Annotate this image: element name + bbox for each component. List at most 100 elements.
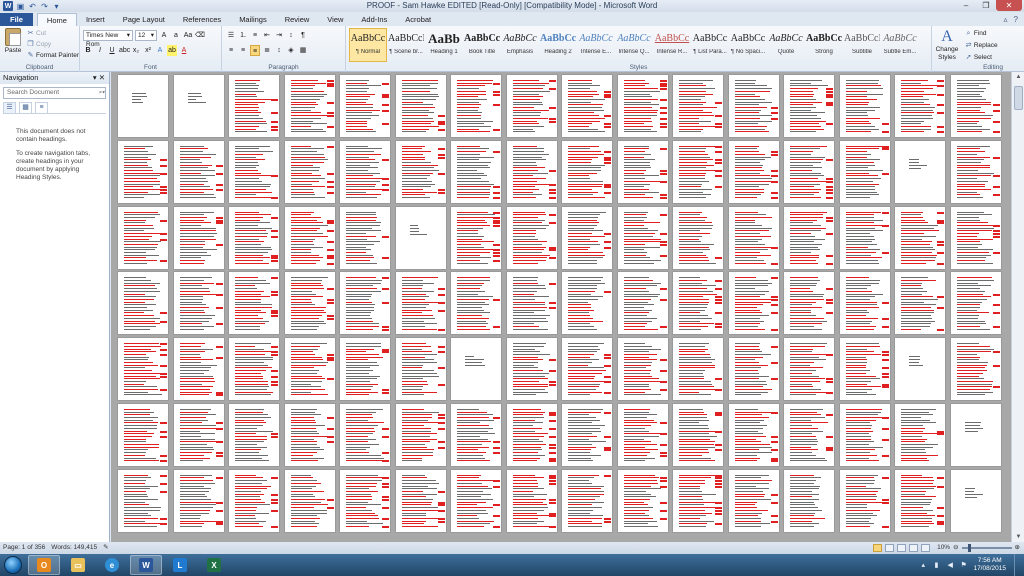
page-thumbnail[interactable] bbox=[617, 469, 668, 532]
page-thumbnail[interactable] bbox=[284, 272, 335, 335]
redo-icon[interactable]: ↷ bbox=[40, 2, 49, 11]
page-thumbnail[interactable] bbox=[950, 140, 1001, 203]
line-spacing-icon[interactable]: ↕ bbox=[274, 45, 284, 56]
style-item[interactable]: AaBbCc Book Title bbox=[463, 28, 501, 62]
page-thumbnail[interactable] bbox=[617, 75, 668, 137]
full-screen-reading-icon[interactable] bbox=[885, 544, 895, 552]
page-thumbnail[interactable] bbox=[340, 338, 390, 401]
strikethrough-icon[interactable]: abc bbox=[119, 45, 130, 56]
taskbar-explorer[interactable]: ▭ bbox=[62, 555, 94, 575]
page-thumbnail[interactable] bbox=[617, 272, 668, 335]
page-thumbnail[interactable] bbox=[673, 469, 723, 532]
underline-icon[interactable]: U bbox=[107, 45, 117, 56]
outline-icon[interactable] bbox=[909, 544, 919, 552]
page-thumbnail[interactable] bbox=[950, 75, 1001, 137]
page-thumbnail[interactable] bbox=[506, 272, 557, 335]
increase-indent-icon[interactable]: ⇥ bbox=[274, 30, 284, 41]
page-thumbnail[interactable] bbox=[229, 338, 279, 401]
text-effects-icon[interactable]: A bbox=[155, 45, 165, 56]
page-thumbnail[interactable] bbox=[673, 75, 723, 137]
page-thumbnail[interactable] bbox=[118, 75, 168, 137]
page-thumbnail[interactable] bbox=[118, 338, 168, 401]
page-thumbnail[interactable] bbox=[506, 403, 557, 466]
tab-acrobat[interactable]: Acrobat bbox=[396, 13, 440, 26]
minimize-ribbon-icon[interactable]: ▵ bbox=[1004, 15, 1008, 24]
page-thumbnail[interactable] bbox=[562, 338, 612, 401]
page-count[interactable]: Page: 1 of 356 bbox=[3, 542, 45, 554]
style-item[interactable]: AaBb Heading 1 bbox=[425, 28, 463, 62]
replace-button[interactable]: ⇄ Replace bbox=[965, 40, 998, 52]
style-item[interactable]: AaBbCc Strong bbox=[805, 28, 843, 62]
page-thumbnail[interactable] bbox=[617, 206, 668, 269]
change-styles-button[interactable]: A Change Styles bbox=[932, 28, 962, 62]
undo-icon[interactable]: ↶ bbox=[28, 2, 37, 11]
page-thumbnail[interactable] bbox=[229, 403, 279, 466]
close-button[interactable]: ✕ bbox=[996, 0, 1022, 11]
zoom-level[interactable]: 10% bbox=[937, 542, 950, 554]
page-thumbnail[interactable] bbox=[562, 140, 612, 203]
style-item[interactable]: AaBbCc Intense Q... bbox=[615, 28, 653, 62]
page-thumbnail[interactable] bbox=[451, 272, 501, 335]
page-thumbnail[interactable] bbox=[229, 75, 279, 137]
tab-add-ins[interactable]: Add-Ins bbox=[352, 13, 396, 26]
tab-references[interactable]: References bbox=[174, 13, 230, 26]
align-right-icon[interactable]: ≡ bbox=[250, 45, 260, 56]
print-layout-icon[interactable] bbox=[873, 544, 883, 552]
style-item[interactable]: AaBbCc Heading 2 bbox=[539, 28, 577, 62]
page-thumbnail[interactable] bbox=[118, 403, 168, 466]
format-painter-button[interactable]: ✎ Format Painter bbox=[27, 50, 79, 61]
page-thumbnail[interactable] bbox=[340, 206, 390, 269]
page-thumbnail[interactable] bbox=[562, 403, 612, 466]
borders-icon[interactable]: ▦ bbox=[298, 45, 308, 56]
show-hidden-icons-icon[interactable]: ▴ bbox=[921, 561, 929, 569]
page-thumbnail[interactable] bbox=[895, 469, 945, 532]
page-thumbnail[interactable] bbox=[784, 469, 834, 532]
style-item[interactable]: AaBbCc Subtle Em... bbox=[881, 28, 919, 62]
style-item[interactable]: AaBbCc Emphasis bbox=[501, 28, 539, 62]
proofing-icon[interactable]: ✎ bbox=[103, 542, 108, 554]
draft-icon[interactable] bbox=[921, 544, 931, 552]
help-icon[interactable]: ? bbox=[1014, 15, 1018, 24]
page-thumbnail[interactable] bbox=[673, 206, 723, 269]
page-thumbnail[interactable] bbox=[340, 272, 390, 335]
page-thumbnail[interactable] bbox=[340, 75, 390, 137]
page-thumbnail[interactable] bbox=[451, 469, 501, 532]
change-case-icon[interactable]: Aa bbox=[183, 30, 193, 41]
page-thumbnail[interactable] bbox=[784, 403, 834, 466]
page-thumbnail[interactable] bbox=[895, 75, 945, 137]
page-thumbnail[interactable] bbox=[173, 206, 224, 269]
taskbar-outlook[interactable]: O bbox=[28, 555, 60, 575]
numbering-icon[interactable]: ⒈ bbox=[238, 30, 248, 41]
page-thumbnail[interactable] bbox=[839, 140, 890, 203]
page-thumbnail[interactable] bbox=[562, 469, 612, 532]
page-thumbnail[interactable] bbox=[395, 272, 446, 335]
page-thumbnail[interactable] bbox=[506, 75, 557, 137]
style-item[interactable]: AaBbCc ¶ No Spaci... bbox=[729, 28, 767, 62]
page-thumbnail[interactable] bbox=[340, 403, 390, 466]
page-thumbnail[interactable] bbox=[173, 469, 224, 532]
page-thumbnail[interactable] bbox=[728, 206, 779, 269]
page-thumbnail[interactable] bbox=[118, 272, 168, 335]
italic-icon[interactable]: I bbox=[95, 45, 105, 56]
shading-icon[interactable]: ◈ bbox=[286, 45, 296, 56]
start-button[interactable] bbox=[0, 554, 26, 576]
page-thumbnail[interactable] bbox=[395, 338, 446, 401]
bold-icon[interactable]: B bbox=[83, 45, 93, 56]
page-thumbnail[interactable] bbox=[895, 403, 945, 466]
page-thumbnail[interactable] bbox=[784, 75, 834, 137]
page-thumbnail[interactable] bbox=[451, 206, 501, 269]
page-thumbnail[interactable] bbox=[173, 75, 224, 137]
page-thumbnail[interactable] bbox=[617, 140, 668, 203]
flag-icon[interactable]: ⚑ bbox=[960, 561, 968, 569]
page-thumbnail[interactable] bbox=[118, 140, 168, 203]
decrease-indent-icon[interactable]: ⇤ bbox=[262, 30, 272, 41]
page-thumbnail[interactable] bbox=[229, 206, 279, 269]
multilevel-list-icon[interactable]: ≡ bbox=[250, 30, 260, 41]
copy-button[interactable]: ❐ Copy bbox=[27, 39, 79, 50]
page-thumbnail[interactable] bbox=[340, 140, 390, 203]
tab-review[interactable]: Review bbox=[276, 13, 319, 26]
page-thumbnail[interactable] bbox=[839, 338, 890, 401]
page-thumbnail[interactable] bbox=[562, 272, 612, 335]
taskbar-ie[interactable]: e bbox=[96, 555, 128, 575]
page-thumbnail[interactable] bbox=[395, 75, 446, 137]
